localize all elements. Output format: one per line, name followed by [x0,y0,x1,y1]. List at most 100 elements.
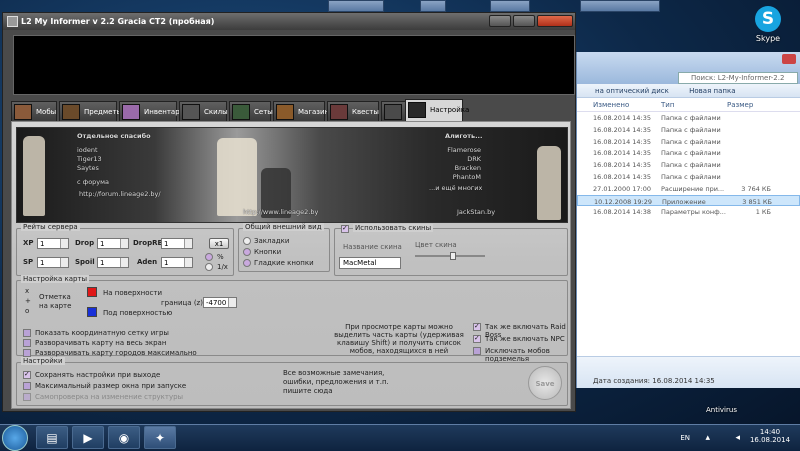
tab-label: Предметы [84,108,123,116]
tab-5[interactable]: Магазин [273,101,329,123]
author-label: JackStan.by [457,208,496,216]
self-check-checkbox[interactable] [23,393,31,401]
column-modified[interactable]: Изменено [593,98,629,112]
explorer-window[interactable]: Поиск: L2-My-Informer-2.2 на оптический … [576,52,800,388]
skype-desktop-icon[interactable]: S Skype [748,6,788,43]
expand-map-label: Разворачивать карту на весь экран [35,339,167,347]
smooth-buttons-radio[interactable] [243,259,251,267]
file-date: 16.08.2014 14:35 [593,161,652,170]
clock[interactable]: 14:40 16.08.2014 [748,428,792,444]
tab-icon [62,104,80,120]
tab-6[interactable]: Квесты [327,101,379,123]
tab-icon [384,104,402,120]
tab-4[interactable]: Сеты [229,101,273,123]
skype-label: Skype [755,34,781,43]
use-skins-checkbox[interactable] [341,224,349,233]
file-row[interactable]: 16.08.2014 14:35 Папка с файлами [577,136,800,148]
tab-1[interactable]: Предметы [59,101,122,123]
column-type[interactable]: Тип [661,98,674,112]
lineage-link[interactable]: http://www.lineage2.by [243,208,318,216]
maximize-button[interactable] [513,15,535,27]
tab-7[interactable]: IC [381,101,413,123]
thanks-name: Flamerose [447,146,481,154]
network-icon[interactable]: ▴ [705,433,710,443]
background-window[interactable] [420,0,446,12]
file-row[interactable]: 16.08.2014 14:35 Папка с файлами [577,171,800,183]
informer-window[interactable]: L2 My Informer v 2.2 Gracia CT2 (пробная… [2,12,576,412]
start-button[interactable] [2,425,28,451]
group-title: Настройка карты [21,275,90,283]
skin-select[interactable]: MacMetal [339,257,401,269]
file-row[interactable]: 16.08.2014 14:35 Папка с файлами [577,147,800,159]
file-row[interactable]: 27.01.2000 17:00 Расширение при... 3 764 К… [577,183,800,195]
tab-label: Мобы [36,108,57,116]
search-input[interactable]: Поиск: L2-My-Informer-2.2 [678,72,798,84]
file-date: 16.08.2014 14:35 [593,114,652,122]
antivirus-label[interactable]: Antivirus [706,406,737,414]
close-button[interactable] [537,15,573,27]
thanks-names-left: iodent Tiger13 Saytes [77,146,102,173]
tab-0[interactable]: Мобы [11,101,57,123]
file-row[interactable]: 16.08.2014 14:35 Папка с файлами [577,112,800,124]
file-row[interactable]: 16.08.2014 14:38 Параметры конф... 1 КБ [577,206,800,218]
tab-2[interactable]: Инвентарь [119,101,184,123]
language-indicator[interactable]: EN [680,434,690,442]
file-type: Параметры конф... [661,208,726,217]
slider-thumb[interactable] [450,252,456,260]
onex-radio[interactable] [205,263,213,271]
spoil-input[interactable]: 1 [97,257,129,268]
tab-icon [408,102,426,118]
border-label: граница (z) [161,299,203,307]
media-player-taskbar-icon[interactable]: ▶ [72,426,104,449]
volume-icon[interactable]: ◂ [735,433,740,443]
exclude-dungeon-checkbox[interactable] [473,347,481,355]
max-window-label: Максимальный размер окна при запуске [35,382,187,390]
background-window[interactable] [580,0,660,12]
expand-map-checkbox[interactable] [23,339,31,347]
explorer-taskbar-icon[interactable]: ▤ [36,426,68,449]
close-icon[interactable] [782,54,796,64]
max-window-checkbox[interactable] [23,382,31,390]
informer-taskbar-icon[interactable]: ✦ [144,426,176,449]
sp-input[interactable]: 1 [37,257,69,268]
aden-input[interactable]: 1 [161,257,193,268]
window-title: L2 My Informer v 2.2 Gracia CT2 (пробная… [21,17,215,26]
explorer-header: Поиск: L2-My-Informer-2.2 [577,52,800,84]
file-row[interactable]: 10.12.2008 19:29 Приложение 3 851 КБ [577,194,800,207]
tab-icon [330,104,348,120]
bookmarks-radio[interactable] [243,237,251,245]
tab-3[interactable]: Скилы [179,101,228,123]
show-grid-checkbox[interactable] [23,329,31,337]
chrome-taskbar-icon[interactable]: ◉ [108,426,140,449]
title-bar[interactable]: L2 My Informer v 2.2 Gracia CT2 (пробная… [3,13,575,30]
character-figure [537,146,561,220]
xp-input[interactable]: 1 [37,238,69,249]
new-folder-button[interactable]: Новая папка [689,87,735,95]
surface-color-swatch[interactable] [87,287,97,297]
column-headers: Изменено Тип Размер [577,98,800,112]
percent-radio[interactable] [205,253,213,261]
group-title: Настройки [21,357,65,365]
npc-checkbox[interactable] [473,334,481,343]
forum-link[interactable]: http://forum.lineage2.by/ [79,190,161,198]
skype-icon: S [755,6,781,32]
column-size[interactable]: Размер [727,98,771,112]
burn-disc-button[interactable]: на оптический диск [595,87,669,95]
buttons-radio[interactable] [243,248,251,256]
underground-color-swatch[interactable] [87,307,97,317]
border-input[interactable]: -4700 [203,297,237,308]
drop-input[interactable]: 1 [97,238,129,249]
file-row[interactable]: 16.08.2014 14:35 Папка с файлами [577,124,800,136]
tab-8[interactable]: Настройка [405,99,469,123]
group-title: Рейты сервера [21,223,80,231]
expand-cities-checkbox[interactable] [23,349,31,357]
save-on-exit-checkbox[interactable] [23,370,31,379]
file-row[interactable]: 16.08.2014 14:35 Папка с файлами [577,159,800,171]
x1-button[interactable]: x1 [209,238,229,249]
background-window[interactable] [328,0,384,12]
background-window[interactable] [490,0,530,12]
minimize-button[interactable] [489,15,511,27]
raidboss-checkbox[interactable] [473,322,481,331]
droprb-input[interactable]: 1 [161,238,193,249]
save-button[interactable]: Save [528,366,562,400]
